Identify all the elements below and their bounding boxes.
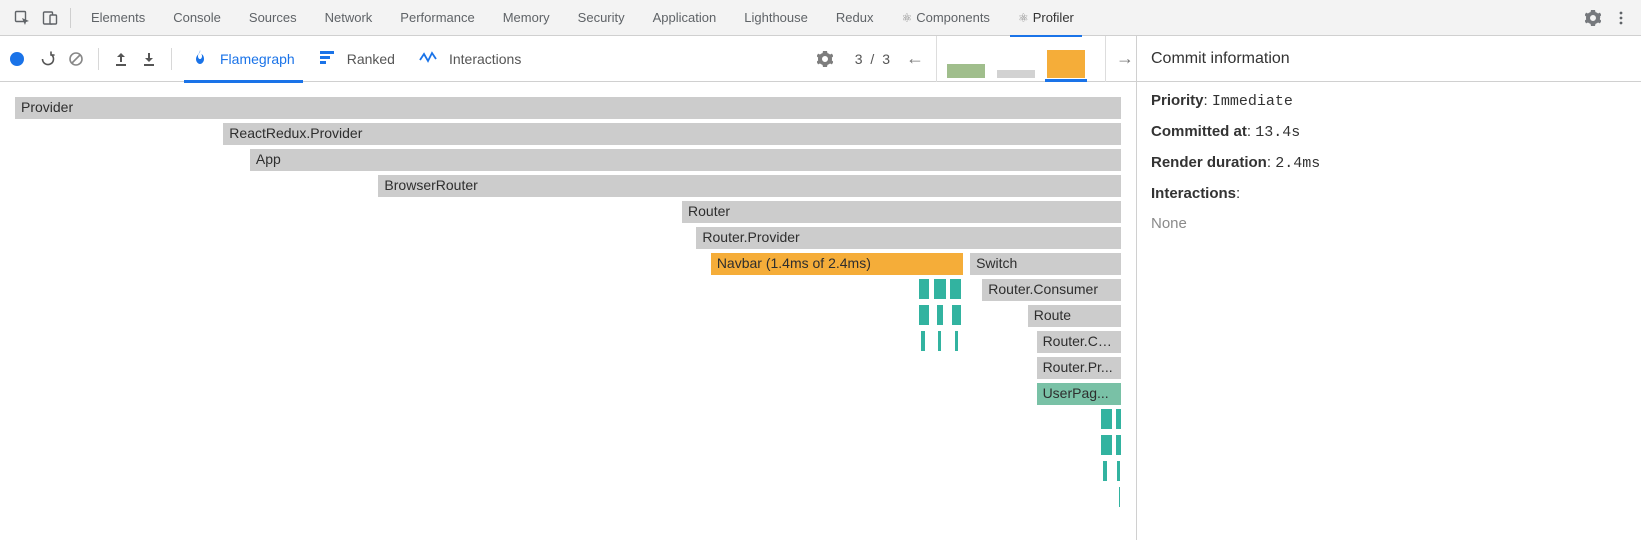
clear-icon[interactable] bbox=[62, 45, 90, 73]
commit-overview[interactable] bbox=[936, 36, 1106, 82]
devtools-tab-performance[interactable]: Performance bbox=[386, 0, 488, 36]
devtools-tab-lighthouse[interactable]: Lighthouse bbox=[730, 0, 822, 36]
flamegraph-node-small[interactable] bbox=[1118, 486, 1121, 508]
devtools-tab-label: Lighthouse bbox=[744, 10, 808, 25]
interactions-value: None bbox=[1151, 209, 1627, 239]
device-toolbar-icon[interactable] bbox=[36, 4, 64, 32]
devtools-tab-label: Performance bbox=[400, 10, 474, 25]
flamegraph-node-small[interactable] bbox=[933, 278, 947, 300]
record-button[interactable] bbox=[10, 52, 24, 66]
flamegraph-node[interactable]: UserPag... bbox=[1036, 382, 1122, 406]
committed-value: 13.4s bbox=[1255, 124, 1300, 141]
priority-value: Immediate bbox=[1212, 93, 1293, 110]
devtools-tab-label: Network bbox=[325, 10, 373, 25]
tab-flamegraph[interactable]: Flamegraph bbox=[180, 36, 307, 82]
devtools-tab-label: Application bbox=[653, 10, 717, 25]
priority-label: Priority bbox=[1151, 92, 1204, 109]
flamegraph-node-small[interactable] bbox=[1102, 460, 1108, 482]
tab-flamegraph-label: Flamegraph bbox=[220, 51, 295, 67]
react-atom-icon: ⚛ bbox=[1018, 11, 1029, 25]
flamegraph-node[interactable]: Router.Provider bbox=[695, 226, 1122, 250]
devtools-tab-label: Profiler bbox=[1033, 10, 1074, 25]
devtools-tab-sources[interactable]: Sources bbox=[235, 0, 311, 36]
devtools-tab-application[interactable]: Application bbox=[639, 0, 731, 36]
flamegraph-node-small[interactable] bbox=[1100, 408, 1113, 430]
interactions-icon bbox=[419, 50, 443, 67]
flamegraph-node[interactable]: Navbar (1.4ms of 2.4ms) bbox=[710, 252, 964, 276]
flamegraph-node-small[interactable] bbox=[1115, 408, 1122, 430]
profiler-settings-icon[interactable] bbox=[811, 45, 839, 73]
flamegraph-node[interactable]: Router.Consumer bbox=[981, 278, 1122, 302]
tab-ranked-label: Ranked bbox=[347, 51, 395, 67]
flamegraph-node-small[interactable] bbox=[920, 330, 926, 352]
commit-counter: 3 / 3 bbox=[845, 51, 900, 67]
inspect-element-icon[interactable] bbox=[8, 4, 36, 32]
devtools-tab-elements[interactable]: Elements bbox=[77, 0, 159, 36]
devtools-tab-redux[interactable]: Redux bbox=[822, 0, 888, 36]
separator bbox=[98, 48, 99, 70]
devtools-tab-profiler[interactable]: ⚛ Profiler bbox=[1004, 0, 1088, 36]
commit-info-panel: Priority: Immediate Committed at: 13.4s … bbox=[1136, 82, 1641, 540]
flamegraph-node-small[interactable] bbox=[918, 278, 930, 300]
devtools-tab-security[interactable]: Security bbox=[564, 0, 639, 36]
devtools-tab-label: Security bbox=[578, 10, 625, 25]
flamegraph-node-small[interactable] bbox=[1100, 434, 1113, 456]
devtools-tab-memory[interactable]: Memory bbox=[489, 0, 564, 36]
flamegraph-node[interactable]: Route bbox=[1027, 304, 1122, 328]
committed-label: Committed at bbox=[1151, 123, 1247, 140]
devtools-tab-label: Redux bbox=[836, 10, 874, 25]
upload-icon[interactable] bbox=[107, 45, 135, 73]
separator bbox=[70, 8, 71, 28]
devtools-tab-components[interactable]: ⚛ Components bbox=[887, 0, 1003, 36]
ranked-icon bbox=[319, 49, 341, 68]
devtools-tab-console[interactable]: Console bbox=[159, 0, 235, 36]
flamegraph-node-small[interactable] bbox=[954, 330, 960, 352]
interactions-label: Interactions bbox=[1151, 185, 1236, 202]
tab-ranked[interactable]: Ranked bbox=[307, 36, 407, 82]
react-atom-icon: ⚛ bbox=[901, 11, 912, 25]
tab-interactions[interactable]: Interactions bbox=[407, 36, 533, 82]
tab-interactions-label: Interactions bbox=[449, 51, 521, 67]
flamegraph-node-small[interactable] bbox=[937, 330, 943, 352]
commit-overview-bar[interactable] bbox=[947, 42, 985, 78]
settings-gear-icon[interactable] bbox=[1579, 4, 1607, 32]
devtools-tab-network[interactable]: Network bbox=[311, 0, 387, 36]
separator bbox=[171, 48, 172, 70]
prev-commit-button[interactable]: ← bbox=[900, 48, 930, 69]
next-commit-button[interactable]: → bbox=[1106, 48, 1136, 69]
devtools-tab-label: Console bbox=[173, 10, 221, 25]
flamegraph-node[interactable]: BrowserRouter bbox=[377, 174, 1122, 198]
flamegraph-node[interactable]: Router bbox=[681, 200, 1122, 224]
flamegraph-node-small[interactable] bbox=[936, 304, 944, 326]
flamegraph-node[interactable]: Router.Co... bbox=[1036, 330, 1122, 354]
devtools-tab-label: Components bbox=[916, 10, 990, 25]
flamegraph-node-small[interactable] bbox=[1116, 460, 1120, 482]
flamegraph[interactable]: ProviderReactRedux.ProviderAppBrowserRou… bbox=[14, 96, 1122, 526]
flamegraph-node-small[interactable] bbox=[1115, 434, 1122, 456]
flamegraph-node-small[interactable] bbox=[949, 278, 962, 300]
flamegraph-node-small[interactable] bbox=[951, 304, 962, 326]
download-icon[interactable] bbox=[135, 45, 163, 73]
flamegraph-node[interactable]: Provider bbox=[14, 96, 1122, 120]
duration-value: 2.4ms bbox=[1275, 155, 1320, 172]
devtools-tab-label: Memory bbox=[503, 10, 550, 25]
devtools-tab-label: Sources bbox=[249, 10, 297, 25]
flamegraph-node[interactable]: ReactRedux.Provider bbox=[222, 122, 1122, 146]
flamegraph-node[interactable]: App bbox=[249, 148, 1122, 172]
duration-label: Render duration bbox=[1151, 154, 1267, 171]
flamegraph-node[interactable]: Switch bbox=[969, 252, 1122, 276]
commit-overview-bar[interactable] bbox=[1047, 42, 1085, 78]
kebab-menu-icon[interactable] bbox=[1607, 4, 1635, 32]
flame-icon bbox=[192, 49, 214, 68]
devtools-tab-label: Elements bbox=[91, 10, 145, 25]
commit-overview-bar[interactable] bbox=[997, 42, 1035, 78]
flamegraph-node-small[interactable] bbox=[918, 304, 930, 326]
reload-icon[interactable] bbox=[34, 45, 62, 73]
sidebar-title: Commit information bbox=[1151, 50, 1290, 68]
flamegraph-node[interactable]: Router.Pr... bbox=[1036, 356, 1122, 380]
